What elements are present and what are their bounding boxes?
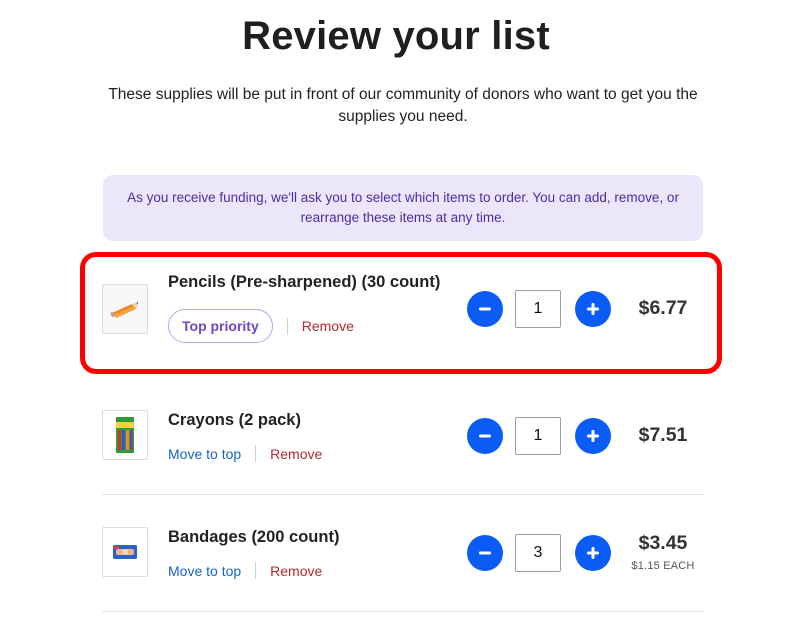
list-item: Pencils (Pre-sharpened) (30 count) Top p… bbox=[102, 259, 704, 369]
pencils-thumbnail bbox=[102, 284, 148, 334]
review-list-page: Review your list These supplies will be … bbox=[0, 0, 792, 630]
increase-quantity-button[interactable] bbox=[575, 535, 611, 571]
increase-quantity-button[interactable] bbox=[575, 418, 611, 454]
funding-notice: As you receive funding, we'll ask you to… bbox=[103, 175, 703, 241]
minus-icon bbox=[479, 551, 491, 555]
plus-icon bbox=[587, 547, 599, 559]
remove-button[interactable]: Remove bbox=[270, 563, 322, 579]
bandages-thumbnail bbox=[102, 527, 148, 577]
quantity-input[interactable]: 1 bbox=[515, 417, 561, 455]
plus-icon bbox=[587, 430, 599, 442]
item-price: $3.45 bbox=[638, 532, 688, 554]
item-actions: Move to top Remove bbox=[168, 562, 322, 579]
item-unit-price: $1.15 EACH bbox=[631, 560, 695, 572]
minus-icon bbox=[479, 307, 491, 311]
decrease-quantity-button[interactable] bbox=[467, 418, 503, 454]
list-item: Bandages (200 count) Move to top Remove … bbox=[102, 502, 704, 612]
remove-button[interactable]: Remove bbox=[270, 446, 322, 462]
top-priority-button[interactable]: Top priority bbox=[168, 309, 273, 343]
item-price: $7.51 bbox=[638, 424, 688, 446]
plus-icon bbox=[587, 303, 599, 315]
item-name: Bandages (200 count) bbox=[168, 528, 340, 546]
action-divider bbox=[255, 562, 257, 579]
page-title: Review your list bbox=[242, 14, 550, 58]
item-actions: Move to top Remove bbox=[168, 445, 322, 462]
list-item: Crayons (2 pack) Move to top Remove 1 $7… bbox=[102, 385, 704, 495]
increase-quantity-button[interactable] bbox=[575, 291, 611, 327]
move-to-top-button[interactable]: Move to top bbox=[168, 446, 241, 462]
item-name: Pencils (Pre-sharpened) (30 count) bbox=[168, 273, 441, 291]
quantity-input[interactable]: 1 bbox=[515, 290, 561, 328]
item-name: Crayons (2 pack) bbox=[168, 411, 301, 429]
minus-icon bbox=[479, 434, 491, 438]
action-divider bbox=[255, 445, 257, 462]
item-price: $6.77 bbox=[638, 297, 688, 319]
remove-button[interactable]: Remove bbox=[302, 318, 354, 334]
bandages-image bbox=[113, 545, 137, 559]
pencils-image bbox=[110, 302, 138, 318]
crayons-image bbox=[116, 417, 134, 453]
crayons-thumbnail bbox=[102, 410, 148, 460]
funding-notice-text: As you receive funding, we'll ask you to… bbox=[127, 190, 679, 225]
decrease-quantity-button[interactable] bbox=[467, 291, 503, 327]
quantity-input[interactable]: 3 bbox=[515, 534, 561, 572]
page-subtitle: These supplies will be put in front of o… bbox=[108, 86, 698, 125]
move-to-top-button[interactable]: Move to top bbox=[168, 563, 241, 579]
action-divider bbox=[286, 317, 288, 335]
item-actions: Top priority Remove bbox=[168, 309, 354, 343]
decrease-quantity-button[interactable] bbox=[467, 535, 503, 571]
